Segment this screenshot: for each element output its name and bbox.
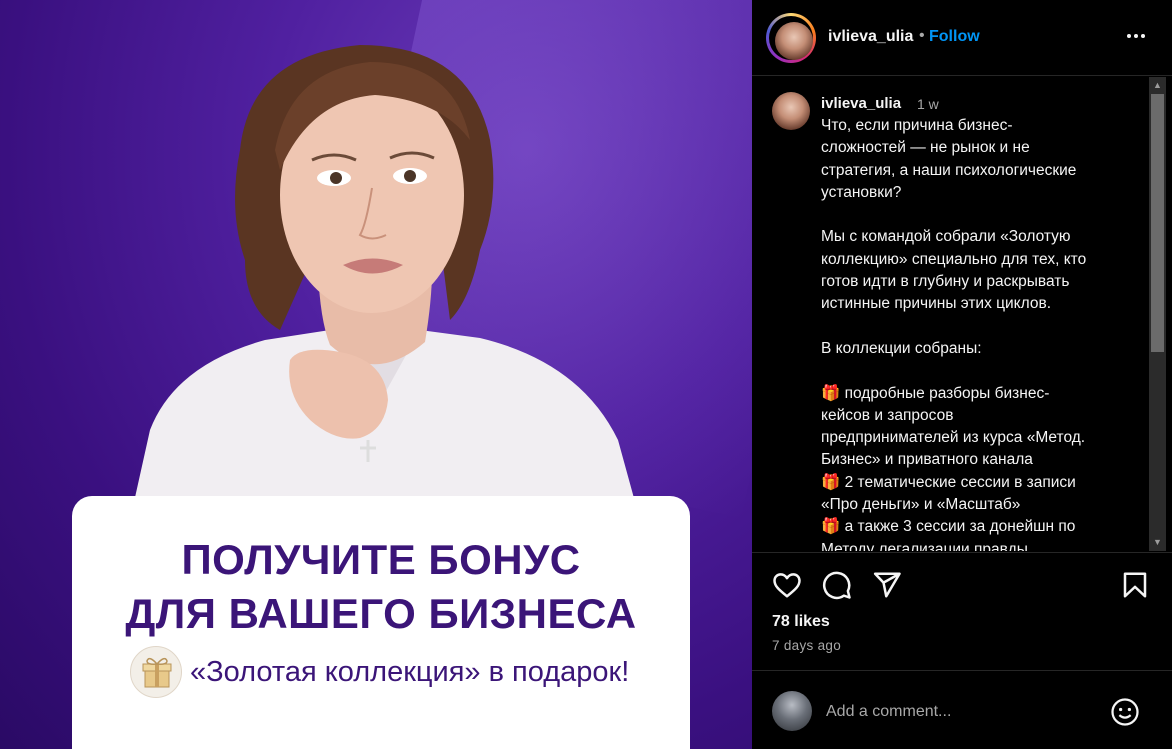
caption-timestamp[interactable]: 1 w [917,96,939,112]
comment-icon[interactable] [822,570,852,600]
caption-scroll-area[interactable]: ivlieva_ulia 1 w Что, если причина бизне… [752,77,1172,551]
caption-avatar[interactable] [772,92,810,130]
emoji-icon[interactable] [1110,697,1140,727]
promo-title-line1: ПОЛУЧИТЕ БОНУС [181,536,581,583]
paper-plane-icon[interactable] [872,570,902,600]
post-sidebar: ivlieva_ulia • Follow ivlieva_ulia 1 w Ч… [752,0,1172,749]
avatar [775,22,813,60]
post-media[interactable]: ПОЛУЧИТЕ БОНУС ДЛЯ ВАШЕГО БИЗНЕСА «Золот… [0,0,752,749]
caption-text: Что, если причина бизнес- сложностей — н… [821,117,1087,551]
heart-icon[interactable] [772,570,802,600]
scrollbar-thumb[interactable] [1151,94,1164,352]
comment-input[interactable] [826,699,1096,725]
header-username[interactable]: ivlieva_ulia [828,28,913,46]
follow-button[interactable]: Follow [929,28,980,46]
scroll-up-arrow-icon[interactable]: ▲ [1149,77,1166,94]
post-header: ivlieva_ulia • Follow [752,0,1172,76]
avatar [772,691,812,731]
caption-username[interactable]: ivlieva_ulia [821,95,901,112]
separator-dot: • [919,27,925,44]
likes-count[interactable]: 78 likes [772,613,830,631]
comment-bar [752,671,1172,749]
header-avatar[interactable] [766,13,816,63]
divider [752,552,1172,553]
bookmark-icon[interactable] [1120,570,1150,600]
post-date[interactable]: 7 days ago [772,638,841,653]
gift-icon [130,646,182,698]
caption-scrollbar[interactable]: ▲ ▼ [1149,77,1166,551]
scroll-down-arrow-icon[interactable]: ▼ [1149,534,1166,551]
promo-subtitle: «Золотая коллекция» в подарок! [190,656,630,688]
promo-card: ПОЛУЧИТЕ БОНУС ДЛЯ ВАШЕГО БИЗНЕСА «Золот… [72,496,690,749]
promo-title-line2: ДЛЯ ВАШЕГО БИЗНЕСА [125,590,637,637]
more-dots-icon[interactable] [1124,24,1148,48]
post-actions [752,566,1172,606]
